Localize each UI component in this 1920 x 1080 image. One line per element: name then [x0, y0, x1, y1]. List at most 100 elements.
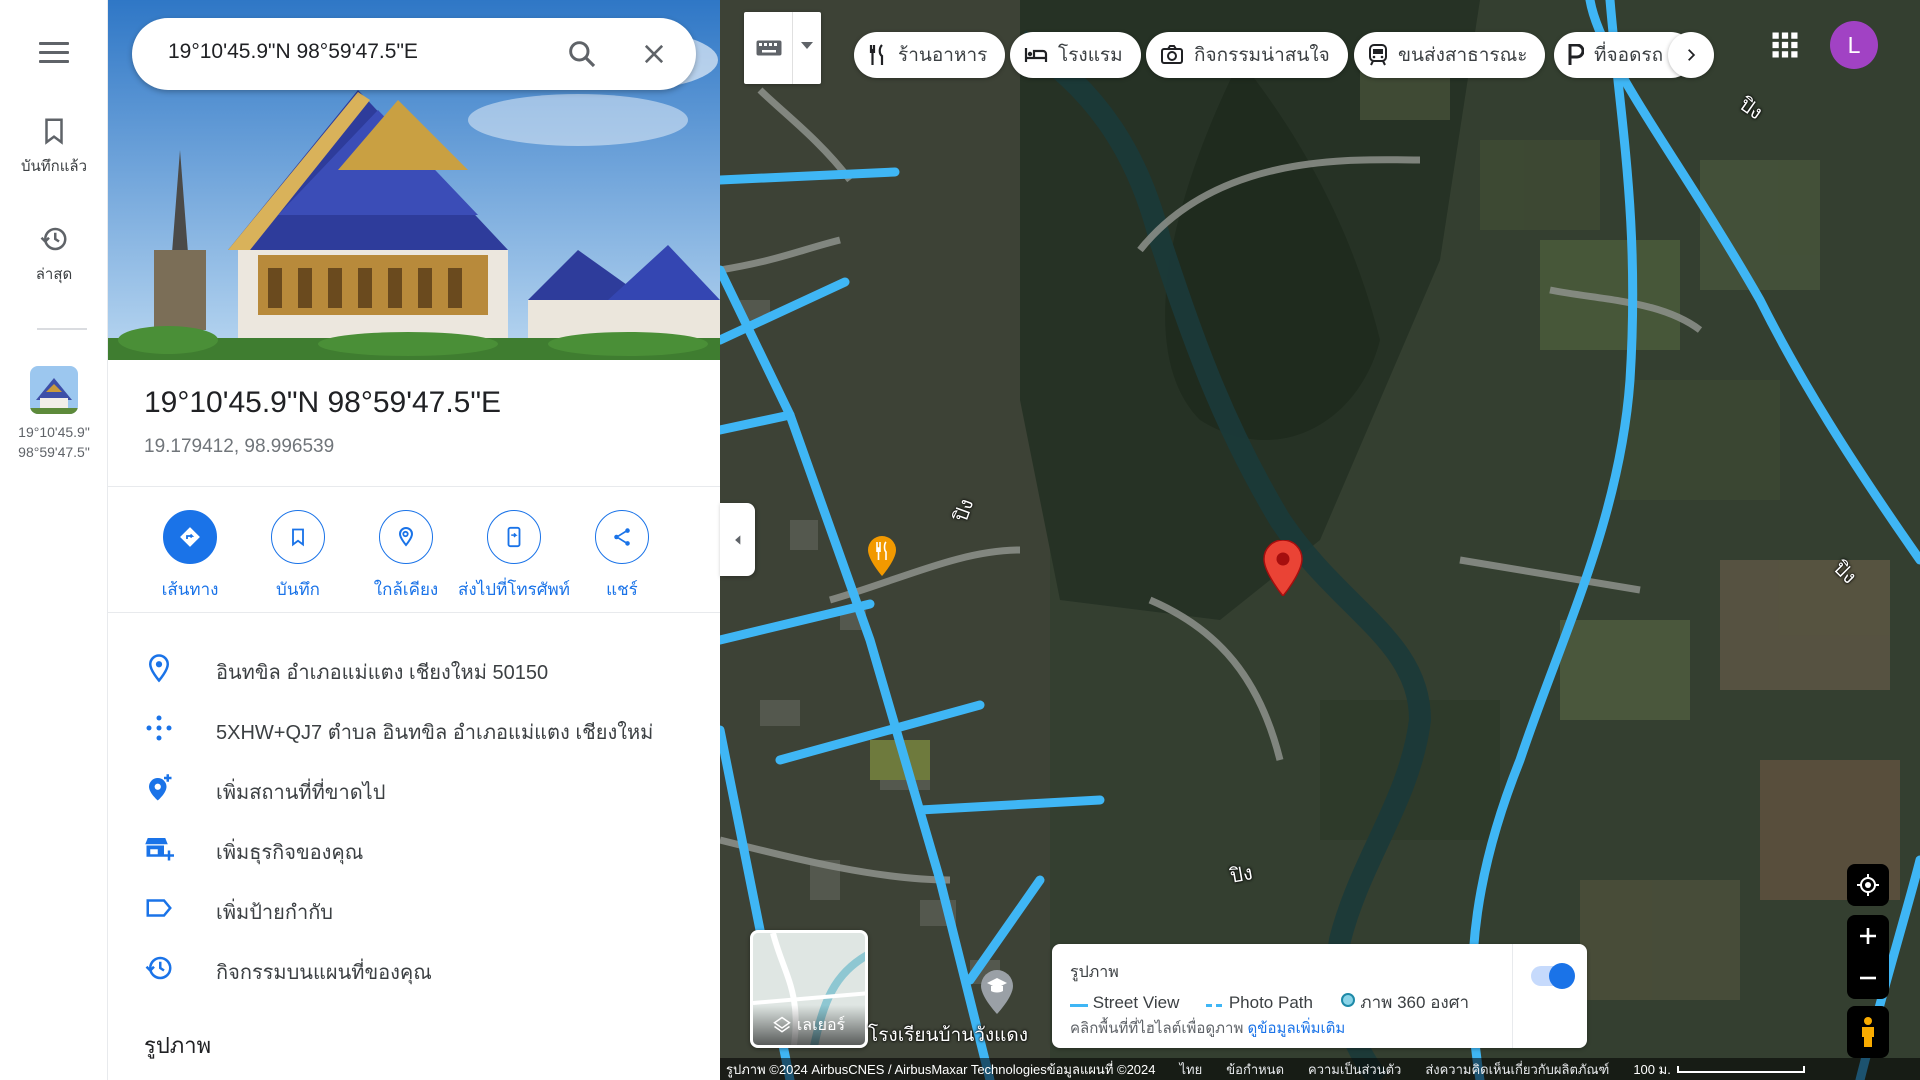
add-business-icon	[145, 838, 174, 861]
nearby-label: ใกล้เคียง	[373, 580, 439, 599]
recent-place-thumbnail	[30, 366, 78, 414]
rail-saved-button[interactable]: บันทึกแล้ว	[0, 116, 108, 178]
left-rail: บันทึกแล้ว ล่าสุด 19°10'45.9" 98°59'47.5…	[0, 0, 108, 1080]
search-icon[interactable]	[566, 38, 598, 70]
chevron-right-icon	[1688, 49, 1696, 61]
scale-bar	[1676, 1065, 1805, 1073]
chip-hotels[interactable]: โรงแรม	[1010, 32, 1141, 78]
chips-next-button[interactable]	[1668, 32, 1714, 78]
legend-hint-line: คลิกพื้นที่ที่ไฮไลต์เพื่อดูภาพ ดูข้อมูลเ…	[1070, 1016, 1345, 1040]
directions-button[interactable]: เส้นทาง	[130, 510, 250, 603]
legend-hint: คลิกพื้นที่ที่ไฮไลต์เพื่อดูภาพ	[1070, 1020, 1244, 1037]
map-canvas[interactable]: ปิง ปิง ปิง ปิง	[720, 0, 1920, 1080]
chip-parking-label: ที่จอดรถ	[1594, 45, 1664, 66]
rail-recent-button[interactable]: ล่าสุด	[0, 224, 108, 286]
address-row[interactable]: อินทขิล อำเภอแม่แตง เชียงใหม่ 50150	[108, 643, 720, 691]
chip-things-to-do[interactable]: กิจกรรมน่าสนใจ	[1146, 32, 1348, 78]
add-label-text: เพิ่มป้ายกำกับ	[216, 902, 333, 924]
add-place-text: เพิ่มสถานที่ที่ขาดไป	[216, 782, 386, 804]
legend-street-view: Street View	[1092, 993, 1180, 1012]
transit-icon	[1369, 44, 1387, 66]
place-decimal-coords: 19.179412, 98.996539	[144, 436, 335, 457]
hotel-icon	[1024, 48, 1048, 62]
my-location-icon	[1857, 874, 1879, 896]
recent-place-line1: 19°10'45.9"	[18, 424, 90, 440]
search-input[interactable]: 19°10'45.9"N 98°59'47.5"E	[168, 40, 418, 64]
add-business-text: เพิ่มธุรกิจของคุณ	[216, 842, 364, 864]
add-business-row[interactable]: เพิ่มธุรกิจของคุณ	[108, 823, 720, 871]
map-activity-row[interactable]: กิจกรรมบนแผนที่ของคุณ	[108, 943, 720, 991]
photo-path-line-icon	[1206, 1004, 1223, 1007]
zoom-controls	[1847, 915, 1889, 999]
plus-code-row[interactable]: 5XHW+QJ7 ตำบล อินทขิล อำเภอแม่แตง เชียงใ…	[108, 703, 720, 751]
add-label-row[interactable]: เพิ่มป้ายกำกับ	[108, 883, 720, 931]
address-text: อินทขิล อำเภอแม่แตง เชียงใหม่ 50150	[216, 662, 549, 684]
layers-label: เลเยอร์	[796, 1016, 846, 1034]
zoom-out-button[interactable]	[1847, 957, 1889, 999]
collapse-panel-button[interactable]	[720, 503, 755, 576]
nearby-icon	[398, 526, 414, 547]
plus-icon	[1860, 928, 1876, 944]
keyboard-icon	[756, 40, 782, 56]
chip-transit[interactable]: ขนส่งสาธารณะ	[1354, 32, 1546, 78]
streetview-toggle[interactable]	[1531, 963, 1575, 989]
chip-restaurants[interactable]: ร้านอาหาร	[854, 32, 1006, 78]
add-place-row[interactable]: เพิ่มสถานที่ที่ขาดไป	[108, 763, 720, 811]
place-panel: 19°10'45.9"N 98°59'47.5"E 19°10'45.9"N 9…	[108, 0, 720, 1080]
google-apps-icon[interactable]	[1770, 30, 1800, 60]
school-poi-icon[interactable]	[980, 970, 1014, 1014]
chevron-left-icon	[734, 534, 740, 545]
directions-icon	[180, 527, 200, 547]
language-link[interactable]: ไทย	[1180, 1059, 1203, 1080]
map-activity-text: กิจกรรมบนแผนที่ของคุณ	[216, 962, 432, 984]
bookmark-icon	[292, 528, 304, 547]
dropped-pin-icon[interactable]	[1263, 540, 1303, 596]
legend-photo-360: ภาพ 360 องศา	[1360, 993, 1470, 1012]
chip-hotels-label: โรงแรม	[1058, 45, 1123, 66]
feedback-link[interactable]: ส่งความคิดเห็นเกี่ยวกับผลิตภัณฑ์	[1425, 1059, 1609, 1080]
recent-place-line2: 98°59'47.5"	[18, 444, 90, 460]
photos-heading: รูปภาพ	[144, 1033, 212, 1058]
account-avatar[interactable]: L	[1830, 21, 1878, 69]
add-place-icon	[149, 774, 172, 801]
chip-things-to-do-label: กิจกรรมน่าสนใจ	[1194, 45, 1330, 66]
scale-label[interactable]: 100 ม.	[1633, 1059, 1670, 1080]
nearby-button[interactable]: ใกล้เคียง	[346, 510, 466, 603]
terms-link[interactable]: ข้อกำหนด	[1226, 1059, 1284, 1080]
plus-code-text: 5XHW+QJ7 ตำบล อินทขิล อำเภอแม่แตง เชียงใ…	[216, 722, 654, 744]
share-icon	[614, 528, 630, 546]
rail-recent-label: ล่าสุด	[35, 266, 73, 283]
my-location-button[interactable]	[1847, 864, 1889, 906]
save-button[interactable]: บันทึก	[238, 510, 358, 603]
close-icon[interactable]	[640, 40, 668, 68]
street-view-line-icon	[1070, 1004, 1088, 1007]
zoom-in-button[interactable]	[1847, 915, 1889, 957]
chip-transit-label: ขนส่งสาธารณะ	[1398, 45, 1528, 66]
layers-icon	[773, 1016, 791, 1033]
place-title: 19°10'45.9"N 98°59'47.5"E	[144, 386, 502, 419]
camera-icon	[1161, 45, 1183, 64]
restaurant-poi-icon[interactable]	[867, 536, 897, 576]
photo-360-dot-icon	[1340, 993, 1355, 1007]
legend-title: รูปภาพ	[1070, 964, 1119, 981]
legend-more-link[interactable]: ดูข้อมูลเพิ่มเติม	[1248, 1020, 1346, 1037]
share-button[interactable]: แชร์	[562, 510, 682, 603]
history-icon	[145, 956, 172, 980]
send-to-phone-label: ส่งไปที่โทรศัพท์	[458, 580, 570, 599]
pegman-button[interactable]	[1847, 1006, 1889, 1058]
input-tools-button[interactable]	[744, 12, 821, 84]
send-to-phone-button[interactable]: ส่งไปที่โทรศัพท์	[454, 510, 574, 603]
caret-down-icon	[801, 42, 813, 49]
legend-row: Street View Photo Path ภาพ 360 องศา	[1070, 989, 1491, 1016]
layers-button[interactable]: เลเยอร์	[750, 930, 868, 1048]
privacy-link[interactable]: ความเป็นส่วนตัว	[1308, 1059, 1401, 1080]
legend-divider	[1512, 944, 1513, 1048]
pegman-icon	[1862, 1017, 1874, 1047]
label-icon	[146, 899, 172, 917]
streetview-legend: รูปภาพ Street View Photo Path ภาพ 360 อง…	[1052, 944, 1587, 1048]
plus-code-icon	[146, 715, 172, 741]
recent-place-item[interactable]: 19°10'45.9" 98°59'47.5"	[0, 366, 108, 462]
minus-icon	[1860, 976, 1876, 980]
divider	[108, 486, 720, 487]
menu-icon[interactable]	[39, 42, 69, 66]
